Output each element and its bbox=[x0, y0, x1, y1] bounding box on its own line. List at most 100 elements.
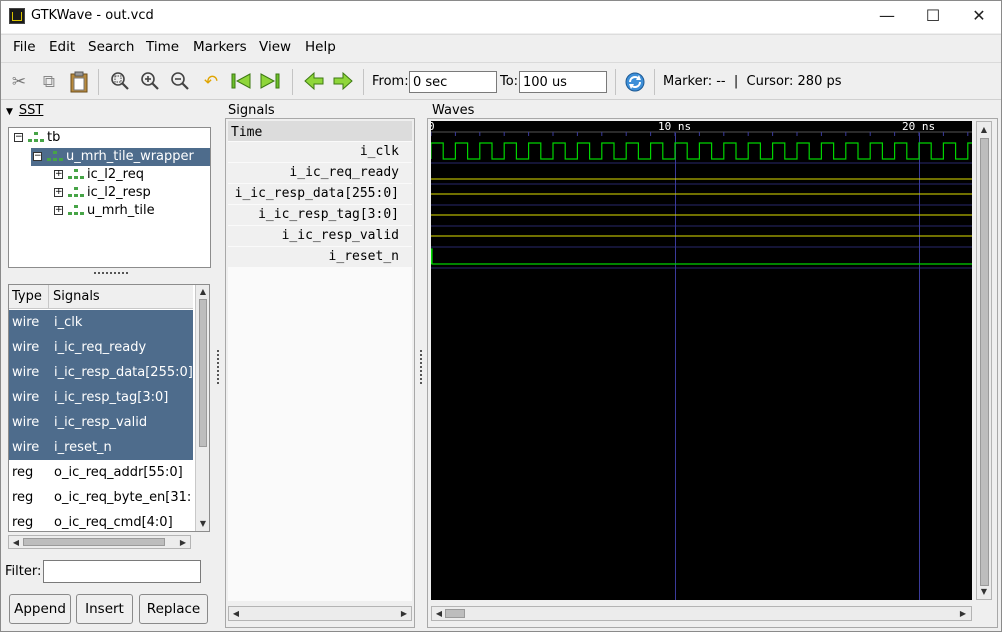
minimize-button[interactable]: — bbox=[867, 5, 907, 27]
to-time-input[interactable] bbox=[519, 71, 607, 93]
tree-node-label: ic_l2_req bbox=[87, 167, 144, 182]
waves-horizontal-scrollbar[interactable]: ◀ ▶ bbox=[431, 606, 972, 621]
signal-name: o_ic_req_byte_en[31: bbox=[54, 490, 192, 505]
expand-expander-icon[interactable]: + bbox=[54, 170, 63, 179]
signal-list-row[interactable]: wire i_ic_resp_valid bbox=[9, 410, 193, 435]
jump-end-icon[interactable] bbox=[259, 71, 281, 93]
scroll-left-arrow-icon[interactable]: ◀ bbox=[434, 609, 444, 618]
signal-list-row[interactable]: wire i_ic_resp_data[255:0] bbox=[9, 360, 193, 385]
signal-row[interactable]: i_clk bbox=[228, 142, 412, 163]
module-icon bbox=[68, 187, 84, 199]
ruler-10ns-label: 10 ns bbox=[658, 121, 691, 133]
signal-type: wire bbox=[12, 365, 40, 380]
signal-row[interactable]: i_reset_n bbox=[228, 247, 412, 268]
menu-markers[interactable]: Markers bbox=[193, 39, 247, 55]
signal-row-label: i_reset_n bbox=[328, 249, 399, 264]
cut-icon[interactable]: ✂ bbox=[8, 71, 30, 93]
module-icon bbox=[28, 132, 44, 144]
scroll-up-arrow-icon[interactable]: ▲ bbox=[979, 125, 989, 134]
scroll-up-arrow-icon[interactable]: ▲ bbox=[198, 287, 208, 296]
waves-vertical-scrollbar[interactable]: ▲ ▼ bbox=[976, 121, 992, 600]
scrollbar-thumb[interactable] bbox=[445, 609, 465, 618]
undo-icon[interactable]: ↶ bbox=[200, 71, 222, 93]
filter-input[interactable] bbox=[43, 560, 201, 583]
list-vertical-scrollbar[interactable]: ▲ ▼ bbox=[195, 285, 209, 531]
list-header: Type Signals bbox=[9, 285, 193, 309]
signal-list-row[interactable]: reg o_ic_req_byte_en[31: bbox=[9, 485, 193, 510]
scroll-right-arrow-icon[interactable]: ▶ bbox=[399, 609, 409, 618]
scroll-down-arrow-icon[interactable]: ▼ bbox=[198, 519, 208, 528]
signal-row[interactable]: i_ic_req_ready bbox=[228, 163, 412, 184]
zoom-fit-icon[interactable] bbox=[109, 71, 131, 93]
pane-resize-handle[interactable] bbox=[420, 350, 423, 384]
signal-row-label: i_ic_resp_data[255:0] bbox=[234, 186, 399, 201]
waveform-canvas[interactable]: 0 10 ns 20 ns bbox=[431, 121, 972, 600]
menu-search[interactable]: Search bbox=[88, 39, 134, 55]
signal-list-row[interactable]: reg o_ic_req_addr[55:0] bbox=[9, 460, 193, 485]
signal-row[interactable]: i_ic_resp_valid bbox=[228, 226, 412, 247]
signal-row[interactable]: i_ic_resp_tag[3:0] bbox=[228, 205, 412, 226]
reload-icon[interactable] bbox=[624, 71, 646, 93]
close-button[interactable]: ✕ bbox=[959, 5, 999, 27]
signal-list-row[interactable]: wire i_ic_resp_tag[3:0] bbox=[9, 385, 193, 410]
signal-list-row[interactable]: wire i_reset_n bbox=[9, 435, 193, 460]
menu-time[interactable]: Time bbox=[146, 39, 179, 55]
zoom-out-icon[interactable] bbox=[169, 71, 191, 93]
module-icon bbox=[47, 151, 63, 163]
scroll-left-arrow-icon[interactable]: ◀ bbox=[11, 538, 21, 547]
collapse-triangle-icon[interactable]: ▼ bbox=[6, 107, 13, 117]
copy-icon[interactable]: ⧉ bbox=[38, 71, 60, 93]
signals-horizontal-scrollbar[interactable]: ◀ ▶ bbox=[228, 606, 412, 621]
signal-list-row[interactable]: wire i_ic_req_ready bbox=[9, 335, 193, 360]
paste-icon[interactable] bbox=[68, 71, 90, 93]
column-header-signals[interactable]: Signals bbox=[53, 289, 100, 304]
tree-node-ic-l2-req[interactable]: + ic_l2_req bbox=[9, 166, 210, 184]
jump-start-icon[interactable] bbox=[230, 71, 252, 93]
clock-waveform bbox=[431, 142, 972, 160]
signal-row-label: i_clk bbox=[359, 144, 399, 159]
scrollbar-thumb[interactable] bbox=[23, 538, 165, 546]
toolbar-separator bbox=[363, 69, 364, 95]
scrollbar-thumb[interactable] bbox=[980, 138, 989, 586]
prev-edge-icon[interactable] bbox=[303, 71, 325, 93]
append-button[interactable]: Append bbox=[9, 594, 71, 624]
waveform-svg[interactable]: 0 10 ns 20 ns bbox=[431, 121, 972, 600]
scroll-right-arrow-icon[interactable]: ▶ bbox=[958, 609, 968, 618]
sst-panel-title[interactable]: ▼ SST bbox=[6, 103, 43, 118]
from-time-input[interactable] bbox=[409, 71, 497, 93]
menu-help[interactable]: Help bbox=[305, 39, 336, 55]
list-horizontal-scrollbar[interactable]: ◀ ▶ bbox=[8, 535, 191, 549]
menu-file[interactable]: File bbox=[13, 39, 36, 55]
tree-node-u-mrh-tile-wrapper[interactable]: − u_mrh_tile_wrapper bbox=[31, 148, 210, 166]
collapse-expander-icon[interactable]: − bbox=[33, 152, 42, 161]
signal-row[interactable]: i_ic_resp_data[255:0] bbox=[228, 184, 412, 205]
insert-button[interactable]: Insert bbox=[76, 594, 133, 624]
pane-resize-handle[interactable] bbox=[217, 350, 220, 384]
pane-resize-handle[interactable] bbox=[94, 272, 128, 275]
signals-name-list: Time i_clk i_ic_req_ready i_ic_resp_data[2… bbox=[228, 121, 412, 601]
signal-list-row[interactable]: wire i_clk bbox=[9, 310, 193, 335]
column-header-type[interactable]: Type bbox=[12, 289, 42, 304]
zoom-in-icon[interactable] bbox=[139, 71, 161, 93]
replace-button[interactable]: Replace bbox=[139, 594, 208, 624]
gtkwave-window: GTKWave - out.vcd — ☐ ✕ File Edit Search… bbox=[0, 0, 1002, 632]
scrollbar-thumb[interactable] bbox=[199, 299, 207, 447]
maximize-button[interactable]: ☐ bbox=[913, 5, 953, 27]
scroll-right-arrow-icon[interactable]: ▶ bbox=[178, 538, 188, 547]
tree-node-u-mrh-tile[interactable]: + u_mrh_tile bbox=[9, 202, 210, 220]
scroll-left-arrow-icon[interactable]: ◀ bbox=[231, 609, 241, 618]
signal-list-row[interactable]: reg o_ic_req_cmd[4:0] bbox=[9, 510, 193, 531]
tree-node-ic-l2-resp[interactable]: + ic_l2_resp bbox=[9, 184, 210, 202]
signal-type: reg bbox=[12, 515, 34, 530]
next-edge-icon[interactable] bbox=[332, 71, 354, 93]
ruler-start-label: 0 bbox=[431, 121, 435, 133]
expand-expander-icon[interactable]: + bbox=[54, 188, 63, 197]
collapse-expander-icon[interactable]: − bbox=[14, 133, 23, 142]
menu-edit[interactable]: Edit bbox=[49, 39, 75, 55]
menu-view[interactable]: View bbox=[259, 39, 291, 55]
signals-panel-title: Signals bbox=[228, 103, 275, 118]
signal-type: reg bbox=[12, 465, 34, 480]
scroll-down-arrow-icon[interactable]: ▼ bbox=[979, 587, 989, 596]
expand-expander-icon[interactable]: + bbox=[54, 206, 63, 215]
tree-node-tb[interactable]: − tb bbox=[9, 129, 210, 147]
